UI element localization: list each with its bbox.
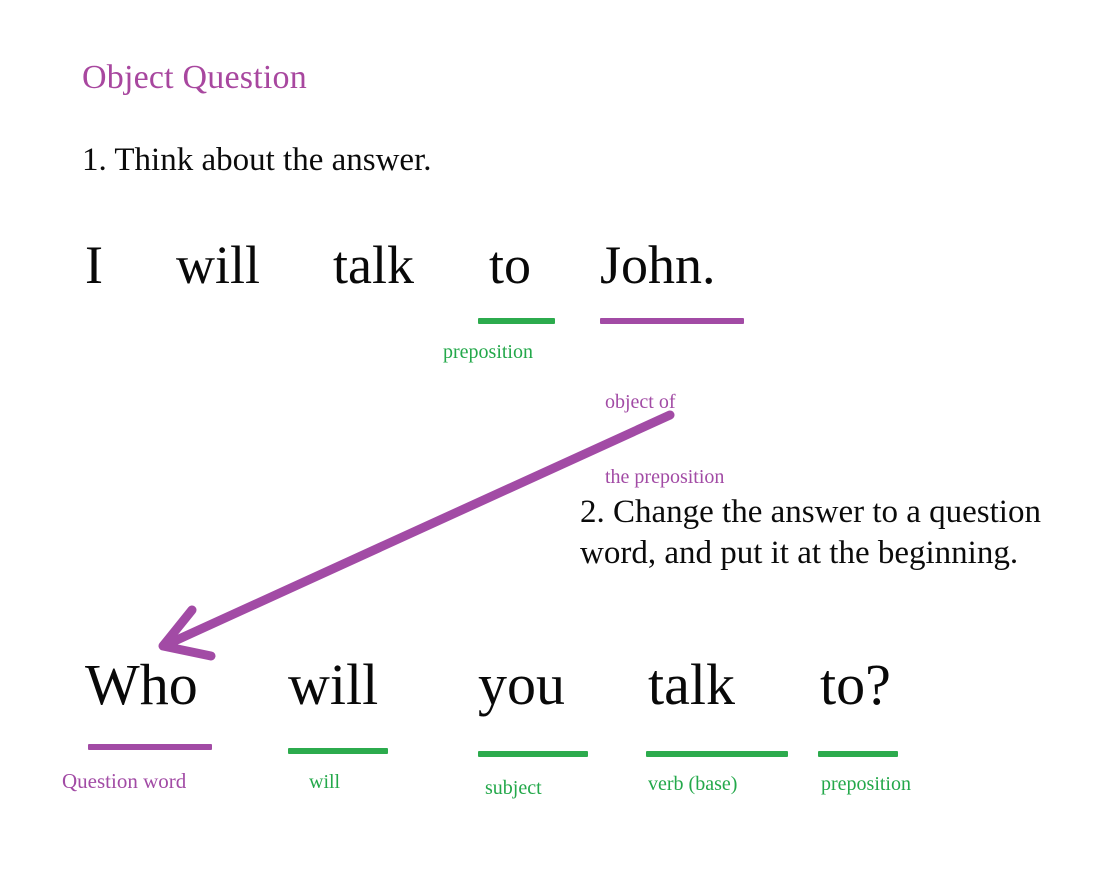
label-object-of-preposition-line1: object of — [605, 391, 676, 413]
page-title: Object Question — [82, 59, 307, 96]
step-1-instruction: 1. Think about the answer. — [82, 142, 432, 178]
underline-preposition-to — [478, 318, 555, 324]
underline-subject-you — [478, 751, 588, 757]
slide-canvas: Object Question 1. Think about the answe… — [0, 0, 1114, 877]
label-verb-base: verb (base) — [648, 773, 738, 795]
question-word-talk: talk — [648, 652, 735, 717]
underline-verb-base-talk — [646, 751, 788, 757]
underline-preposition-to — [818, 751, 898, 757]
label-preposition-answer: preposition — [443, 341, 533, 363]
question-word-will: will — [288, 652, 379, 717]
label-object-of-preposition-line2: the preposition — [605, 466, 725, 488]
label-question-word: Question word — [62, 769, 187, 793]
underline-question-word-who — [88, 744, 212, 750]
label-preposition-question: preposition — [821, 773, 911, 795]
question-word-who: Who — [85, 652, 198, 717]
label-will: will — [309, 771, 341, 793]
underline-object-of-preposition-john — [600, 318, 744, 324]
answer-word-will: will — [176, 235, 261, 295]
answer-word-john: John. — [600, 235, 716, 295]
arrow-head — [158, 605, 216, 661]
answer-word-to: to — [489, 235, 532, 295]
answer-word-i: I — [85, 235, 103, 295]
underline-will — [288, 748, 388, 754]
question-word-to: to? — [820, 652, 891, 717]
answer-word-talk: talk — [333, 235, 414, 295]
step-2-instruction: 2. Change the answer to a question word,… — [580, 494, 1041, 571]
question-word-you: you — [478, 652, 565, 717]
label-subject: subject — [485, 777, 542, 799]
